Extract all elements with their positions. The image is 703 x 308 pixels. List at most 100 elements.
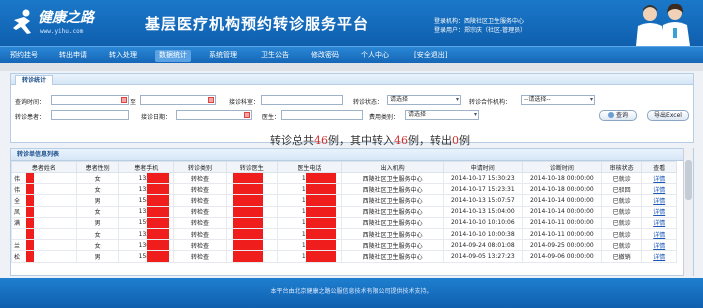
end-date-input[interactable] — [140, 95, 216, 105]
table-row[interactable]: 凤 女 1338 转检查 1388 西陵社区卫生服务中心 2014-10-13 15:04:… — [11, 205, 677, 218]
search-button[interactable]: 查询 — [599, 110, 637, 121]
table-row[interactable]: 满 男 1597 转检查 1587 西陵社区卫生服务中心 2014-10-10 10:10:… — [11, 216, 677, 229]
view-detail-link[interactable]: 详情 — [653, 209, 665, 216]
nav-item-system[interactable]: 系统管理 — [205, 50, 241, 62]
cell-gender: 男 — [75, 216, 120, 229]
start-date-input[interactable] — [51, 95, 129, 105]
cell-phone: 1587 — [118, 250, 175, 263]
cell-type-text: 转检查 — [191, 175, 210, 183]
col-diag-time[interactable]: 诊断时间 — [521, 161, 602, 173]
scrollbar-thumb[interactable] — [685, 160, 692, 200]
redaction-mark — [147, 173, 170, 183]
view-detail-link[interactable]: 详情 — [653, 254, 665, 261]
cell-view: 详情 — [641, 216, 677, 229]
accept-date-input[interactable] — [176, 110, 252, 120]
cell-type: 转检查 — [173, 216, 227, 229]
transfer-table: 患者姓名 患者性别 患者手机 转诊类别 转诊医生 医生电话 出入机构 申请时间 … — [11, 161, 677, 263]
table-row[interactable]: 伟 女 1320 转检查 1388 西陵社区卫生服务中心 2014-10-17 15:23:… — [11, 183, 677, 196]
redaction-mark — [305, 229, 336, 239]
cell-gender: 女 — [75, 183, 120, 196]
redaction-mark — [147, 218, 170, 228]
nav-item-password[interactable]: 修改密码 — [307, 50, 343, 62]
view-detail-link[interactable]: 详情 — [653, 187, 665, 194]
export-excel-button[interactable]: 导出Excel — [647, 110, 689, 121]
cell-patient-name: 凤 — [11, 205, 77, 218]
table-row[interactable]: 全 男 1587 转检查 1388 西陵社区卫生服务中心 2014-10-13 15:07:… — [11, 194, 677, 207]
cell-phone: 1597 — [118, 216, 175, 229]
table-row[interactable]: 伟 女 1320 转检查 1388 西陵社区卫生服务中心 2014-10-17 15:30:… — [11, 171, 677, 185]
view-detail-link[interactable]: 详情 — [653, 198, 665, 205]
col-status[interactable]: 审核状态 — [600, 161, 643, 173]
status-select[interactable]: 请选择 — [387, 95, 461, 105]
cell-status-text: 已就诊 — [612, 175, 631, 183]
cell-apply-time-text: 2014-10-10 10:10:06 — [450, 219, 515, 227]
redaction-mark — [232, 240, 263, 250]
cell-org: 西陵社区卫生服务中心 — [341, 216, 444, 229]
col-doctor[interactable]: 转诊医生 — [225, 161, 278, 173]
cell-type: 转检查 — [173, 239, 227, 252]
view-detail-link[interactable]: 详情 — [653, 243, 665, 250]
cell-doctor-phone: 1587 — [276, 216, 343, 229]
cell-org-text: 西陵社区卫生服务中心 — [362, 242, 423, 250]
cell-patient-name: 伟 — [11, 183, 77, 196]
calendar-icon[interactable] — [208, 97, 214, 103]
calendar-icon[interactable] — [244, 112, 250, 118]
cell-patient-name-text: 凤 — [14, 209, 21, 217]
table-header-row: 患者姓名 患者性别 患者手机 转诊类别 转诊医生 医生电话 出入机构 申请时间 … — [11, 161, 677, 173]
nav-item-logout[interactable]: [安全退出] — [410, 50, 451, 62]
redaction-mark — [305, 173, 336, 183]
col-phone[interactable]: 患者手机 — [118, 161, 175, 173]
cell-apply-time-text: 2014-09-24 08:01:08 — [450, 241, 515, 249]
patient-input[interactable] — [51, 110, 129, 120]
cell-gender-text: 女 — [94, 231, 101, 239]
cell-diag-time: 2014-09-06 00:00:00 — [521, 250, 602, 263]
accept-dept-input[interactable] — [261, 95, 343, 105]
table-row[interactable]: 松 男 1587 转检查 1587 西陵社区卫生服务中心 2014-09-05 13:27:… — [11, 250, 677, 263]
summary-prefix: 转诊总共 — [270, 134, 314, 147]
patient-label: 转诊患者： — [15, 114, 46, 121]
nav-item-transfer-in[interactable]: 转入处理 — [105, 50, 141, 62]
redaction-mark — [26, 184, 34, 194]
summary-out-count: 0 — [452, 134, 459, 147]
table-row[interactable]: 兰 女 1304 转检查 1388 西陵社区卫生服务中心 2014-09-24 08:01:… — [11, 239, 677, 252]
cell-patient-name-text: 伟 — [14, 175, 21, 183]
redaction-mark — [147, 251, 170, 261]
nav-item-profile[interactable]: 个人中心 — [357, 50, 393, 62]
doctor-input[interactable] — [281, 110, 363, 120]
table-row[interactable]: 女 1321 转检查 1388 西陵社区卫生服务中心 2014-10-10 10:00:3… — [11, 227, 677, 241]
col-org[interactable]: 出入机构 — [341, 161, 444, 173]
cell-org: 西陵社区卫生服务中心 — [341, 205, 444, 218]
cell-doctor-phone: 1388 — [276, 183, 343, 196]
accept-dept-label: 接诊科室： — [229, 99, 260, 106]
cell-doctor-phone: 1388 — [276, 205, 343, 218]
cell-patient-name-text: 伟 — [14, 186, 21, 194]
cell-patient-name-text: 全 — [14, 197, 21, 205]
redaction-mark — [305, 240, 336, 250]
nav-item-transfer-out[interactable]: 转出申请 — [55, 50, 91, 62]
view-detail-link[interactable]: 详情 — [653, 232, 665, 239]
view-detail-link[interactable]: 详情 — [653, 176, 665, 183]
header: 健康之路 www.yihu.com 基层医疗机构预约转诊服务平台 登录机构：西陵… — [0, 0, 703, 46]
col-gender[interactable]: 患者性别 — [75, 161, 120, 173]
cell-doctor — [225, 250, 278, 263]
calendar-icon[interactable] — [121, 97, 127, 103]
col-doctor-phone[interactable]: 医生电话 — [276, 161, 343, 173]
cell-status: 已撤销 — [600, 250, 643, 263]
fee-type-select[interactable]: 请选择 — [405, 110, 479, 120]
summary-mid1: 例，其中转入 — [328, 134, 394, 147]
redaction-mark — [147, 229, 170, 239]
nav-item-statistics[interactable]: 数据统计 — [155, 50, 191, 62]
cell-doctor — [225, 216, 278, 229]
cell-status-text: 已驳回 — [612, 186, 631, 194]
list-scrollbar[interactable] — [683, 148, 693, 276]
col-type[interactable]: 转诊类别 — [173, 161, 227, 173]
view-detail-link[interactable]: 详情 — [653, 220, 665, 227]
tab-transfer-stats[interactable]: 转诊统计 — [15, 75, 54, 85]
col-patient-name[interactable]: 患者姓名 — [11, 161, 77, 173]
nav-item-notice[interactable]: 卫生公告 — [257, 50, 293, 62]
partner-select[interactable]: --请选择-- — [521, 95, 595, 105]
nav-item-appointment[interactable]: 预约挂号 — [6, 50, 42, 62]
cell-view: 详情 — [641, 183, 677, 196]
col-apply-time[interactable]: 申请时间 — [442, 161, 523, 173]
redaction-mark — [305, 195, 336, 206]
